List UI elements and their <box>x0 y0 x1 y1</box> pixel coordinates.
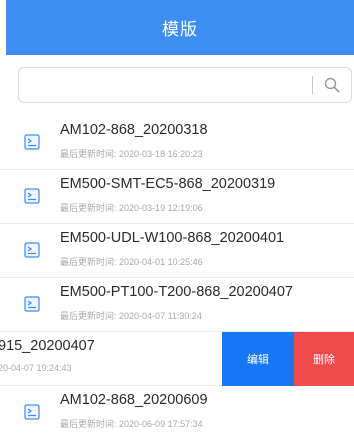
last-updated: 最后更新时间: 2020-04-01 10:25:46 <box>60 257 203 267</box>
template-name: EM500-UDL-W100-868_20200401 <box>60 230 285 246</box>
delete-button[interactable]: 删除 <box>294 332 354 386</box>
last-updated: 20-04-07 19:24:43 <box>0 363 72 373</box>
search-icon[interactable] <box>323 76 341 94</box>
template-name: EM500-SMT-EC5-868_20200319 <box>60 176 276 192</box>
file-icon <box>24 134 40 150</box>
last-updated: 最后更新时间: 2020-03-18 16:20:23 <box>60 149 203 159</box>
template-name: AM102-868_20200318 <box>60 122 208 138</box>
search-divider <box>312 76 313 94</box>
file-icon <box>24 242 40 258</box>
file-icon <box>24 188 40 204</box>
search-input[interactable] <box>27 69 312 101</box>
search-bar[interactable] <box>18 67 352 103</box>
list-item-swiped[interactable]: 915_20200407 20-04-07 19:24:43 编辑 删除 <box>0 332 354 386</box>
template-name: AM102-868_20200609 <box>60 392 208 408</box>
page-title: 模版 <box>162 20 198 39</box>
app-header: 模版 <box>6 0 354 55</box>
file-icon <box>24 296 40 312</box>
list-item[interactable]: EM500-UDL-W100-868_20200401 最后更新时间: 2020… <box>0 224 354 278</box>
template-name: 915_20200407 <box>0 338 95 354</box>
template-name: EM500-PT100-T200-868_20200407 <box>60 284 293 300</box>
last-updated: 最后更新时间: 2020-03-19 12:19:06 <box>60 203 203 213</box>
last-updated: 最后更新时间: 2020-06-09 17:57:34 <box>60 419 203 429</box>
list-item[interactable]: AM102-868_20200318 最后更新时间: 2020-03-18 16… <box>0 116 354 170</box>
list-item[interactable]: EM500-SMT-EC5-868_20200319 最后更新时间: 2020-… <box>0 170 354 224</box>
list-item[interactable]: EM500-PT100-T200-868_20200407 最后更新时间: 20… <box>0 278 354 332</box>
file-icon <box>24 404 40 420</box>
edit-button[interactable]: 编辑 <box>222 332 294 386</box>
last-updated: 最后更新时间: 2020-04-07 11:30:24 <box>60 311 202 321</box>
